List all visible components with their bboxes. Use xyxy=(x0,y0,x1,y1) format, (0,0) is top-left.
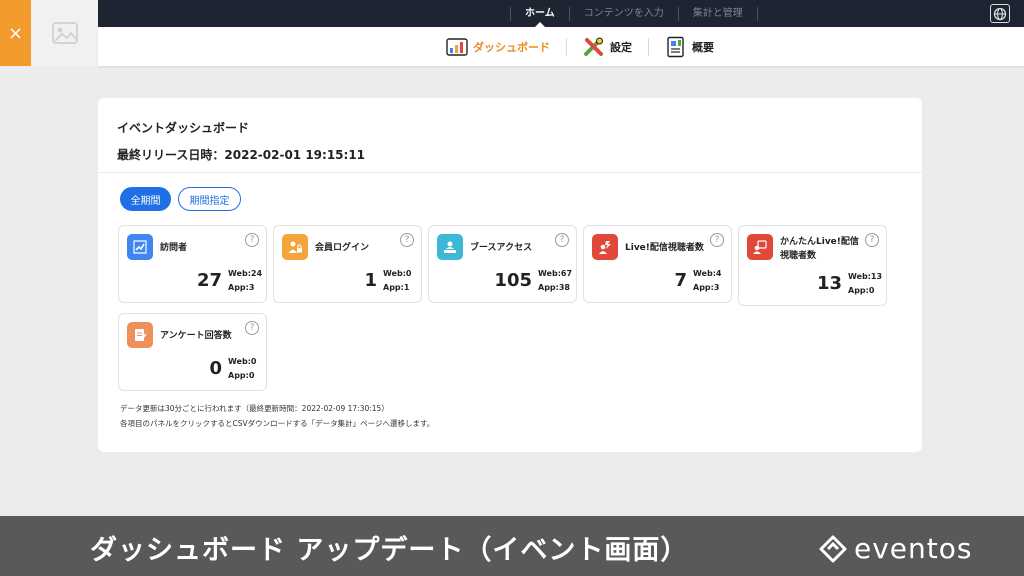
panel-label: ブースアクセス xyxy=(470,243,533,253)
logo-text: eventos xyxy=(854,532,973,565)
help-icon[interactable]: ? xyxy=(245,321,259,335)
panel-app-count: App:1 xyxy=(383,283,410,292)
panel-label: 訪問者 xyxy=(160,243,188,253)
panel-easy-live-viewers[interactable]: かんたんLive!配信視聴者数 ? 13 Web:13 App:0 xyxy=(738,225,887,306)
panel-app-count: App:3 xyxy=(693,283,720,292)
subnav-settings-label: 設定 xyxy=(610,40,632,54)
eventos-logo: eventos xyxy=(818,532,972,565)
filter-all-period-button[interactable]: 全期間 xyxy=(120,187,171,211)
tab-home[interactable]: ホーム xyxy=(511,0,569,27)
panel-web-count: Web:67 xyxy=(538,269,573,278)
chart-board-icon xyxy=(446,36,468,58)
help-icon[interactable]: ? xyxy=(400,233,414,247)
panel-booth-access[interactable]: ブースアクセス ? 105 Web:67 App:38 xyxy=(428,225,577,303)
subnav-settings[interactable]: 設定 xyxy=(567,36,648,58)
panel-web-count: Web:13 xyxy=(848,272,883,281)
panel-label: アンケート回答数 xyxy=(160,331,232,341)
image-placeholder-icon xyxy=(31,0,98,66)
easy-live-icon xyxy=(747,234,773,260)
document-icon xyxy=(665,36,687,58)
tab-content-input[interactable]: コンテンツを入力 xyxy=(570,0,678,27)
sub-navbar: ダッシュボード 設定 概要 xyxy=(98,27,1024,66)
dashboard-card: イベントダッシュボード 最終リリース日時：2022-02-01 19:15:11… xyxy=(98,98,922,452)
panel-count: 7 xyxy=(674,270,687,291)
panel-web-count: Web:4 xyxy=(693,269,722,278)
live-viewer-icon xyxy=(592,234,618,260)
panel-live-viewers[interactable]: Live!配信視聴者数 ? 7 Web:4 App:3 xyxy=(583,225,732,303)
panel-visitors[interactable]: 訪問者 ? 27 Web:24 App:3 xyxy=(118,225,267,303)
top-navbar: ホーム コンテンツを入力 集計と管理 xyxy=(98,0,1024,27)
survey-icon xyxy=(127,322,153,348)
help-icon[interactable]: ? xyxy=(865,233,879,247)
panel-member-login[interactable]: 会員ログイン ? 1 Web:0 App:1 xyxy=(273,225,422,303)
panel-web-count: Web:0 xyxy=(383,269,412,278)
panel-label: 会員ログイン xyxy=(315,243,370,253)
globe-icon[interactable] xyxy=(990,4,1010,23)
member-lock-icon xyxy=(282,234,308,260)
release-datetime: 最終リリース日時：2022-02-01 19:15:11 xyxy=(117,148,366,162)
filter-date-range-button[interactable]: 期間指定 xyxy=(178,187,241,211)
top-nav: ホーム コンテンツを入力 集計と管理 xyxy=(510,0,758,27)
panel-count: 13 xyxy=(816,273,842,294)
page-title: イベントダッシュボード xyxy=(117,121,250,135)
panel-label: かんたんLive!配信視聴者数 xyxy=(780,237,859,261)
divider xyxy=(98,172,922,173)
panel-app-count: App:0 xyxy=(228,371,255,380)
panel-web-count: Web:0 xyxy=(228,357,257,366)
sub-nav: ダッシュボード 設定 概要 xyxy=(430,27,730,66)
help-icon[interactable]: ? xyxy=(710,233,724,247)
subnav-dashboard[interactable]: ダッシュボード xyxy=(430,36,566,58)
panel-count: 105 xyxy=(494,270,532,291)
panel-count: 0 xyxy=(209,358,222,379)
banner-caption: ダッシュボード アップデート（イベント画面） xyxy=(90,535,689,566)
help-icon[interactable]: ? xyxy=(555,233,569,247)
panel-web-count: Web:24 xyxy=(228,269,263,278)
panel-app-count: App:38 xyxy=(538,283,570,292)
panel-survey-answers[interactable]: アンケート回答数 ? 0 Web:0 App:0 xyxy=(118,313,267,391)
panel-count: 1 xyxy=(364,270,377,291)
eventos-diamond-icon xyxy=(819,535,847,562)
close-button[interactable]: × xyxy=(0,0,31,66)
panel-app-count: App:0 xyxy=(848,286,875,295)
subnav-dashboard-label: ダッシュボード xyxy=(473,40,550,54)
subnav-overview[interactable]: 概要 xyxy=(649,36,730,58)
tools-icon xyxy=(583,36,605,58)
tab-aggregation[interactable]: 集計と管理 xyxy=(679,0,757,27)
help-icon[interactable]: ? xyxy=(245,233,259,247)
subnav-overview-label: 概要 xyxy=(692,40,714,54)
nav-separator xyxy=(756,6,758,21)
update-note: データ更新は30分ごとに行われます（最終更新時間：2022-02-09 17:3… xyxy=(120,404,389,413)
panel-app-count: App:3 xyxy=(228,283,255,292)
booth-icon xyxy=(437,234,463,260)
csv-note: 各項目のパネルをクリックするとCSVダウンロードする「データ集計」ページへ遷移し… xyxy=(120,419,435,428)
panel-count: 27 xyxy=(196,270,222,291)
panel-label: Live!配信視聴者数 xyxy=(625,243,704,253)
trend-up-icon xyxy=(127,234,153,260)
